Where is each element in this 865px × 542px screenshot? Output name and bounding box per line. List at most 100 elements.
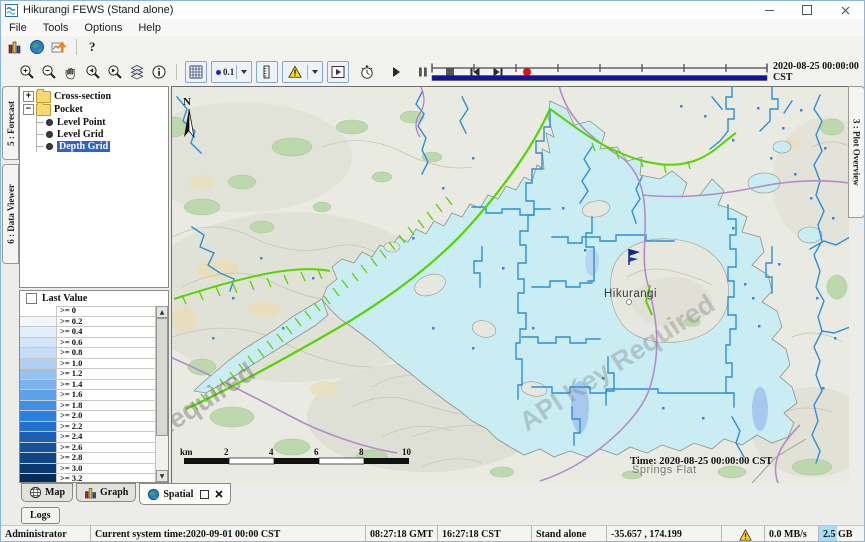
- map-viewport[interactable]: API Key Required API Key Required Hikura…: [171, 86, 851, 484]
- legend-row[interactable]: >= 1.0: [20, 359, 155, 370]
- tab-forecast[interactable]: 5 : Forecast: [2, 86, 19, 160]
- tab-map[interactable]: Map: [21, 483, 73, 502]
- legend-row[interactable]: >= 1.2: [20, 369, 155, 380]
- pan-hand-icon[interactable]: [63, 64, 79, 80]
- legend-scrollbar[interactable]: ▲ ▼: [155, 306, 168, 482]
- play-box-icon: [331, 65, 345, 79]
- zoom-out-icon[interactable]: [41, 64, 57, 80]
- last-value-label: Last Value: [42, 293, 87, 304]
- legend-row[interactable]: >= 1.8: [20, 401, 155, 412]
- zoom-next-icon[interactable]: [107, 64, 123, 80]
- bottom-tab-bar: Map Graph Spatial: [1, 483, 864, 506]
- menu-bar: File Tools Options Help: [1, 19, 864, 37]
- tab-close-icon[interactable]: [215, 490, 223, 498]
- menu-file[interactable]: File: [1, 22, 35, 34]
- map-time-label: Time: 2020-08-25 00:00:00 CST: [630, 456, 772, 467]
- time-slider-bar[interactable]: [432, 76, 767, 81]
- legend-row[interactable]: >= 0.4: [20, 327, 155, 338]
- status-warning-cell[interactable]: [722, 526, 765, 542]
- town-label: Hikurangi: [604, 288, 657, 300]
- legend-row[interactable]: >= 1.6: [20, 390, 155, 401]
- legend-color-swatch: [20, 327, 57, 337]
- grid-display-button[interactable]: [185, 61, 207, 83]
- legend-row-label: >= 1.6: [57, 390, 82, 400]
- logs-button[interactable]: Logs: [21, 507, 60, 524]
- status-local-time: 16:27:18 CST: [438, 526, 532, 542]
- tree-node-depth-grid[interactable]: Depth Grid: [37, 140, 168, 152]
- svg-text:2: 2: [224, 447, 229, 457]
- animation-button[interactable]: [327, 61, 349, 83]
- legend-row[interactable]: >= 0.8: [20, 348, 155, 359]
- legend-row-label: >= 2.2: [57, 422, 82, 432]
- zoom-in-icon[interactable]: [19, 64, 35, 80]
- legend-row[interactable]: >= 2.2: [20, 422, 155, 433]
- minimize-button[interactable]: [750, 1, 788, 19]
- filter-tree-panel: + Cross-section − Pocket Level Point Lev…: [19, 86, 169, 288]
- tab-data-viewer[interactable]: 6 : Data Viewer: [2, 164, 19, 264]
- legend-row[interactable]: >= 0: [20, 306, 155, 317]
- legend-row-label: >= 0.8: [57, 348, 82, 358]
- legend-row-label: >= 2.4: [57, 432, 82, 442]
- legend-row-label: >= 3.2: [57, 474, 82, 482]
- legend-row[interactable]: >= 2.0: [20, 411, 155, 422]
- database-viewer-icon[interactable]: [7, 39, 23, 55]
- tab-spatial[interactable]: Spatial: [139, 483, 231, 505]
- layers-icon[interactable]: [129, 64, 145, 80]
- timeline-datetime: 2020-08-25 00:00:00 CST: [773, 58, 864, 86]
- legend-row-label: >= 0.6: [57, 338, 82, 348]
- play-icon[interactable]: [388, 64, 404, 80]
- warning-threshold-dropdown[interactable]: [282, 61, 323, 83]
- map-canvas[interactable]: API Key Required API Key Required Hikura…: [172, 87, 850, 483]
- zoom-previous-icon[interactable]: [85, 64, 101, 80]
- contour-interval-dropdown[interactable]: 0.1: [211, 61, 252, 83]
- legend-row[interactable]: >= 3.0: [20, 464, 155, 475]
- tree-label: Pocket: [54, 104, 83, 115]
- tab-maximize-icon[interactable]: [200, 490, 209, 499]
- menu-tools[interactable]: Tools: [35, 22, 77, 34]
- timer-icon[interactable]: [359, 64, 375, 80]
- map-display-icon[interactable]: [29, 39, 45, 55]
- timeseries-dialog-icon[interactable]: [51, 39, 67, 55]
- scroll-up-icon[interactable]: ▲: [156, 306, 168, 318]
- tree-label: Cross-section: [54, 91, 111, 102]
- legend-color-swatch: [20, 369, 57, 379]
- menu-help[interactable]: Help: [130, 22, 169, 34]
- node-bullet-icon: [46, 131, 53, 138]
- tree-label: Level Point: [57, 117, 106, 128]
- close-button[interactable]: [826, 1, 864, 19]
- maximize-button[interactable]: [788, 1, 826, 19]
- vertical-scale-button[interactable]: [256, 61, 278, 83]
- menu-options[interactable]: Options: [76, 22, 130, 34]
- contour-dot-icon: [216, 70, 221, 75]
- last-value-checkbox[interactable]: [26, 293, 37, 304]
- legend-color-swatch: [20, 306, 57, 316]
- legend-row[interactable]: >= 0.6: [20, 338, 155, 349]
- svg-text:4: 4: [269, 447, 274, 457]
- collapse-icon[interactable]: −: [23, 104, 34, 115]
- expand-icon[interactable]: +: [23, 91, 34, 102]
- legend-table: >= 0 >= 0.2 >= 0.4: [20, 306, 155, 482]
- legend-row-label: >= 0: [57, 306, 76, 316]
- legend-row[interactable]: >= 1.4: [20, 380, 155, 391]
- tab-data-viewer-label: 6 : Data Viewer: [6, 184, 16, 244]
- time-slider[interactable]: [429, 60, 770, 84]
- scroll-down-icon[interactable]: ▼: [156, 470, 168, 482]
- help-button[interactable]: ?: [89, 39, 96, 55]
- tab-graph[interactable]: Graph: [76, 483, 136, 502]
- legend-color-swatch: [20, 317, 57, 327]
- legend-row[interactable]: >= 0.2: [20, 317, 155, 328]
- legend-row[interactable]: >= 3.2: [20, 474, 155, 482]
- legend-row[interactable]: >= 2.4: [20, 432, 155, 443]
- tree-node-pocket[interactable]: − Pocket: [20, 103, 168, 116]
- legend-color-swatch: [20, 422, 57, 432]
- info-icon[interactable]: [151, 64, 167, 80]
- legend-row[interactable]: >= 2.6: [20, 443, 155, 454]
- map-toolbar: 0.1: [1, 58, 864, 87]
- tree-node-level-grid[interactable]: Level Grid: [37, 128, 168, 140]
- app-window: Hikurangi FEWS (Stand alone) File Tools …: [0, 0, 865, 542]
- scrollbar-thumb[interactable]: [156, 318, 168, 436]
- tree-node-level-point[interactable]: Level Point: [37, 116, 168, 128]
- legend-row[interactable]: >= 2.8: [20, 453, 155, 464]
- legend-color-swatch: [20, 401, 57, 411]
- tab-plot-overview[interactable]: 3 : Plot Overview: [848, 86, 865, 218]
